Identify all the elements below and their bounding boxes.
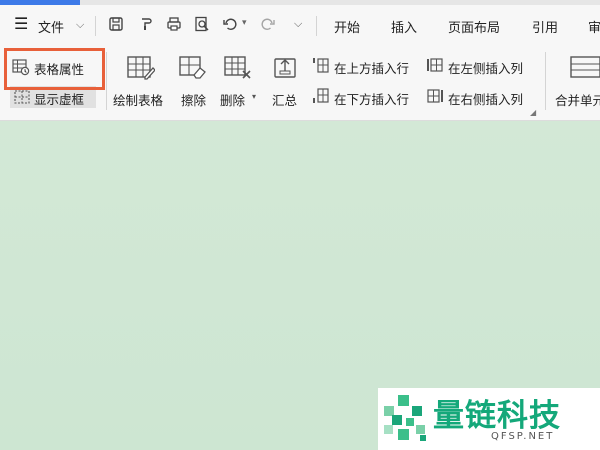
tab-home[interactable]: 开始 bbox=[334, 17, 360, 36]
ribbon-divider bbox=[106, 52, 107, 110]
eraser-icon bbox=[179, 55, 207, 81]
tab-page-layout[interactable]: 页面布局 bbox=[448, 17, 500, 36]
delete-dropdown-icon[interactable]: ▾ bbox=[252, 92, 256, 101]
watermark-subtitle: QFSP.NET bbox=[491, 431, 555, 442]
insert-row-above-icon bbox=[312, 56, 330, 74]
ribbon-divider bbox=[545, 52, 546, 110]
tab-references[interactable]: 引用 bbox=[532, 17, 558, 36]
summary-button[interactable]: 汇总 bbox=[272, 90, 297, 109]
brand-logo-icon bbox=[380, 393, 430, 447]
insert-row-above-button[interactable]: 在上方插入行 bbox=[334, 58, 409, 77]
insert-col-right-button[interactable]: 在右侧插入列 bbox=[448, 89, 523, 108]
rows-columns-dialog-launcher-icon[interactable]: ◢ bbox=[530, 108, 536, 117]
insert-col-left-icon bbox=[426, 56, 444, 74]
summary-icon bbox=[273, 55, 299, 81]
draw-table-button[interactable]: 绘制表格 bbox=[113, 90, 163, 109]
chevron-down-icon[interactable]: ⌵ bbox=[76, 18, 84, 32]
show-gridlines-label: 显示虚框 bbox=[34, 92, 85, 107]
tab-insert[interactable]: 插入 bbox=[391, 17, 417, 36]
save-icon[interactable] bbox=[108, 16, 124, 32]
menu-bar: ☰ 文件 ⌵ ▾ ⌵ 开始 插入 页面布局 引用 审 bbox=[0, 5, 600, 43]
undo-icon[interactable] bbox=[222, 16, 238, 32]
watermark-title: 量链科技 bbox=[433, 398, 561, 434]
menu-divider bbox=[316, 16, 317, 36]
redo-icon[interactable] bbox=[260, 16, 276, 32]
gridlines-icon bbox=[14, 89, 30, 109]
delete-button[interactable]: 删除 bbox=[220, 90, 245, 109]
draw-table-icon bbox=[127, 55, 155, 81]
insert-col-left-button[interactable]: 在左侧插入列 bbox=[448, 58, 523, 77]
format-painter-icon[interactable] bbox=[138, 16, 154, 32]
menu-divider bbox=[95, 16, 96, 36]
merge-cells-icon bbox=[569, 55, 600, 81]
tab-review[interactable]: 审 bbox=[588, 17, 600, 36]
delete-table-icon bbox=[224, 55, 252, 81]
merge-cells-button[interactable]: 合并单元 bbox=[555, 90, 600, 109]
print-icon[interactable] bbox=[166, 16, 182, 32]
insert-row-below-button[interactable]: 在下方插入行 bbox=[334, 89, 409, 108]
file-menu[interactable]: 文件 bbox=[38, 17, 64, 36]
watermark-logo: 量链科技 QFSP.NET bbox=[378, 388, 600, 450]
undo-dropdown-icon[interactable]: ▾ bbox=[242, 18, 247, 28]
erase-button[interactable]: 擦除 bbox=[181, 90, 206, 109]
highlight-annotation bbox=[4, 48, 105, 90]
insert-col-right-icon bbox=[426, 87, 444, 105]
hamburger-menu-icon[interactable]: ☰ bbox=[14, 16, 28, 32]
print-preview-icon[interactable] bbox=[194, 16, 210, 32]
customize-quickbar-icon[interactable]: ⌵ bbox=[294, 17, 302, 31]
insert-row-below-icon bbox=[312, 87, 330, 105]
